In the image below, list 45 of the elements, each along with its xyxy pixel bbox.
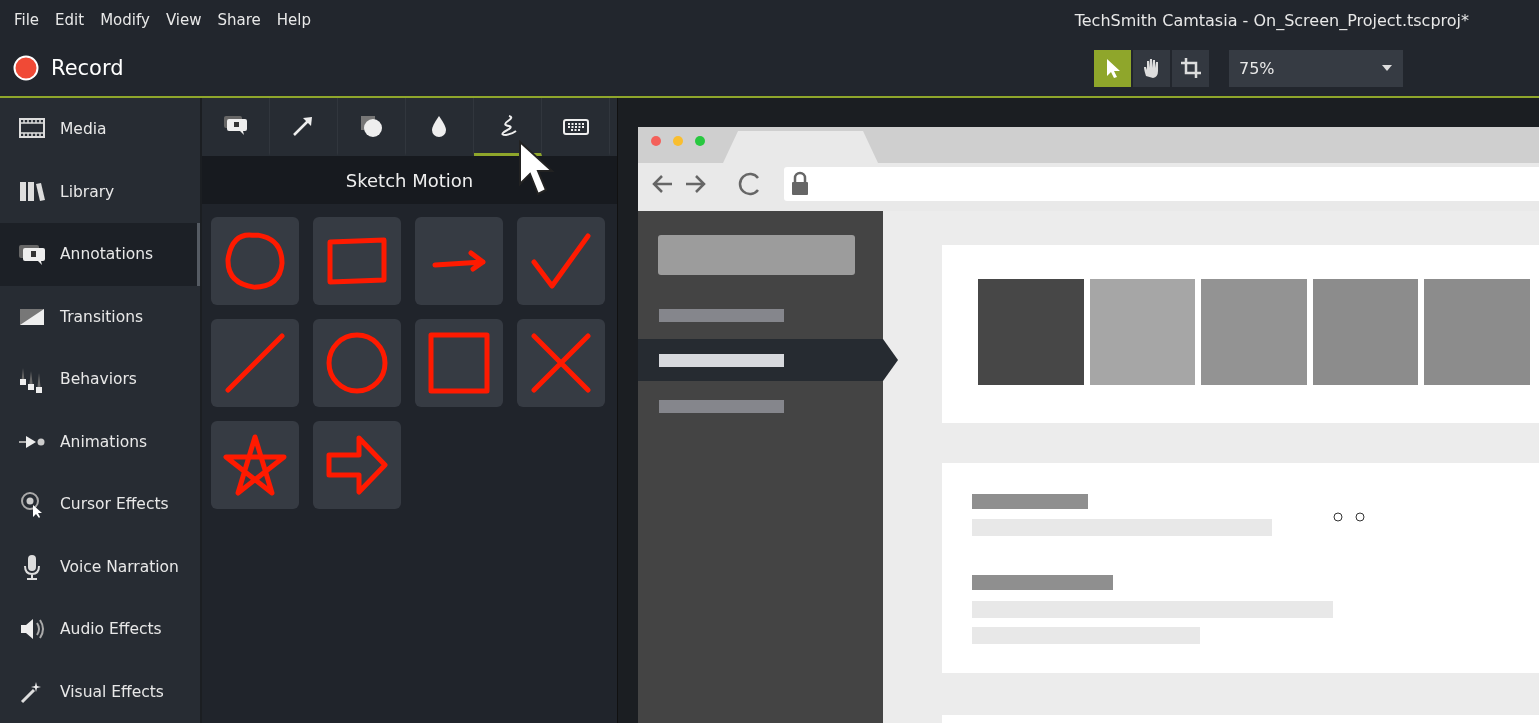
caret-icon — [1381, 64, 1393, 72]
sidebar-item[interactable]: Transitions — [0, 285, 200, 348]
panel-title: Sketch Motion — [202, 156, 617, 204]
sketch-tile[interactable] — [517, 319, 605, 407]
sidebar-item[interactable]: Animations — [0, 410, 200, 473]
circle-icon — [326, 332, 388, 394]
sketch-tile[interactable] — [313, 217, 401, 305]
menu-item[interactable]: View — [165, 11, 202, 29]
star-icon — [223, 434, 287, 496]
window-title: TechSmith Camtasia - On_Screen_Project.tscproj* — [1074, 10, 1470, 30]
menu-item[interactable]: Help — [276, 11, 311, 29]
sidebar-item[interactable]: Media — [0, 98, 200, 161]
canvas-tool-button[interactable] — [1172, 49, 1209, 87]
canvas-tool-button[interactable] — [1133, 49, 1170, 87]
sidebar-item[interactable]: Cursor Effects — [0, 473, 200, 536]
sketch-tile[interactable] — [313, 421, 401, 509]
sidebar-item[interactable]: Voice Narration — [0, 535, 200, 598]
sketch-tile[interactable] — [415, 217, 503, 305]
arrow-icon — [432, 250, 486, 272]
record-dot-icon — [13, 55, 39, 81]
zoom-dropdown[interactable]: 75% — [1229, 49, 1403, 87]
menu-item[interactable]: File — [14, 11, 40, 29]
sketch-tile[interactable] — [415, 319, 503, 407]
record-button[interactable]: Record — [0, 55, 1094, 81]
sketch-tile[interactable] — [211, 319, 299, 407]
sketch-tile[interactable] — [211, 421, 299, 509]
canvas-tool-button[interactable] — [1094, 49, 1131, 87]
sidebar-item[interactable]: Annotations — [0, 223, 200, 286]
sidebar-item[interactable]: Audio Effects — [0, 598, 200, 661]
crop-icon — [1178, 56, 1203, 80]
cross-icon — [531, 333, 591, 393]
line-icon — [225, 333, 285, 393]
sidebar-item[interactable]: Visual Effects — [0, 660, 200, 723]
menu-item[interactable]: Edit — [55, 11, 85, 29]
block-arrow-icon — [326, 435, 388, 495]
rectangle-icon — [327, 237, 387, 285]
sidebar-item[interactable]: Behaviors — [0, 348, 200, 411]
square-icon — [428, 332, 490, 394]
check-icon — [531, 233, 591, 289]
sketch-tile[interactable] — [517, 217, 605, 305]
sidebar-item[interactable]: Library — [0, 160, 200, 223]
sketch-tile[interactable] — [313, 319, 401, 407]
sketch-tile[interactable] — [211, 217, 299, 305]
menu-item[interactable]: Share — [217, 11, 261, 29]
menu-item[interactable]: Modify — [100, 11, 150, 29]
